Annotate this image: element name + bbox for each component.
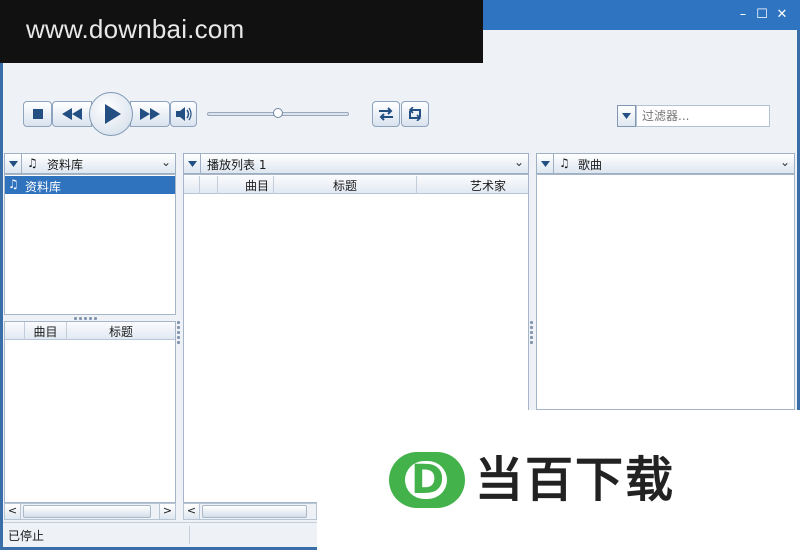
column-header-icon[interactable] [200, 176, 218, 194]
repeat-button[interactable] [401, 101, 429, 127]
column-header-track[interactable]: 曲目 [25, 322, 67, 340]
maximize-button[interactable]: ☐ [753, 6, 771, 24]
column-header-track[interactable]: 曲目 [218, 176, 274, 194]
scroll-thumb[interactable] [23, 505, 151, 518]
triangle-down-icon [8, 160, 18, 167]
scroll-thumb[interactable] [202, 505, 307, 518]
promo-text: 当百下载 [475, 452, 676, 508]
playlist-source-selector[interactable]: 播放列表 1 ⌄ [183, 153, 529, 174]
triangle-down-icon [187, 160, 197, 167]
songs-pane-menu-button[interactable] [537, 154, 554, 173]
splitter-grip-vertical[interactable] [177, 321, 181, 346]
playlist-source-label: 播放列表 1 [207, 158, 267, 172]
chevron-down-icon: ⌄ [513, 155, 524, 169]
scroll-left-button[interactable]: < [184, 504, 200, 519]
playlist-pane-menu-button[interactable] [184, 154, 201, 173]
filter-input[interactable] [636, 105, 770, 127]
volume-button[interactable] [170, 101, 197, 127]
minimize-button[interactable]: – [734, 6, 752, 24]
songs-source-selector[interactable]: ♫ 歌曲 ⌄ [536, 153, 795, 174]
library-track-list[interactable]: 曲目 标题 [4, 321, 176, 503]
previous-button[interactable] [52, 101, 92, 127]
column-header-blank[interactable] [5, 322, 25, 340]
volume-icon [175, 107, 192, 121]
next-button[interactable] [130, 101, 170, 127]
shuffle-button[interactable] [372, 101, 400, 127]
close-button[interactable]: ✕ [773, 6, 791, 24]
shuffle-icon [379, 107, 393, 121]
library-track-list-header: 曲目 标题 [5, 322, 175, 340]
volume-slider-knob[interactable] [273, 108, 283, 118]
library-tree[interactable] [4, 174, 176, 315]
stop-button[interactable] [23, 101, 52, 127]
library-tree-item-selected[interactable]: ♫ 资料库 [5, 176, 175, 194]
play-button[interactable] [89, 92, 133, 136]
fast-forward-icon [140, 108, 160, 120]
stop-icon [32, 109, 43, 119]
triangle-down-icon [540, 160, 550, 167]
status-text: 已停止 [8, 529, 45, 543]
column-header-status[interactable] [184, 176, 200, 194]
chevron-down-icon: ⌄ [779, 155, 790, 169]
column-header-title[interactable]: 标题 [67, 322, 175, 340]
scroll-right-button[interactable]: > [159, 504, 175, 519]
library-source-selector[interactable]: ♫ 资料库 ⌄ [4, 153, 176, 174]
music-note-icon: ♫ [559, 156, 570, 170]
repeat-icon [408, 107, 422, 121]
app-window: – ☐ ✕ www.downbai.com ♫ 资料库 ⌄ [0, 0, 800, 550]
watermark-banner: www.downbai.com [0, 0, 483, 63]
music-note-icon: ♫ [27, 156, 38, 170]
watermark-text: www.downbai.com [26, 14, 245, 44]
promo-logo: D [389, 452, 465, 508]
triangle-down-icon [622, 113, 631, 119]
music-note-icon: ♫ [8, 177, 19, 191]
songs-list[interactable] [536, 174, 795, 410]
rewind-icon [62, 108, 82, 120]
library-source-label: 资料库 [47, 158, 84, 172]
splitter-grip-vertical[interactable] [530, 321, 534, 346]
status-divider [189, 526, 190, 544]
promo-logo-letter: D [411, 457, 445, 503]
promo-banner: D 当百下载 [317, 410, 800, 550]
library-tree-item-label: 资料库 [25, 180, 62, 194]
column-header-title[interactable]: 标题 [274, 176, 417, 194]
library-horizontal-scrollbar[interactable]: < > [4, 503, 176, 520]
playlist-track-list-header: 曲目 标题 艺术家 [184, 176, 528, 194]
filter-dropdown-button[interactable] [617, 105, 636, 127]
playlist-horizontal-scrollbar[interactable]: < [183, 503, 317, 520]
library-pane-menu-button[interactable] [5, 154, 22, 173]
chevron-down-icon: ⌄ [160, 155, 171, 169]
play-icon [105, 104, 121, 124]
column-header-artist[interactable]: 艺术家 [417, 176, 528, 194]
scroll-left-button[interactable]: < [5, 504, 21, 519]
songs-source-label: 歌曲 [578, 158, 603, 172]
